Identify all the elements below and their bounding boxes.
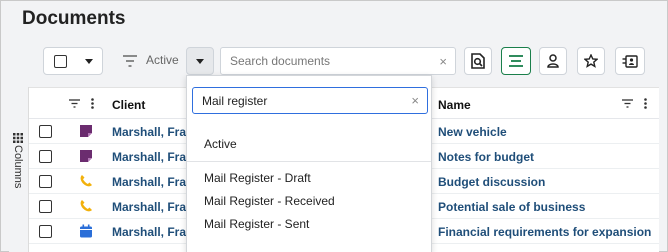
filter-dropdown-menu: Mail register × Active Mail Register - D… [186,75,432,252]
note-icon [80,125,92,137]
column-header-client[interactable]: Client [112,98,145,112]
client-link[interactable]: Marshall, Frank [112,125,187,139]
select-all-checkbox[interactable] [53,54,67,68]
contact-card-button[interactable] [615,47,645,75]
client-link[interactable]: Marshall, Frank [112,150,187,164]
chevron-down-icon[interactable] [84,58,93,64]
row-checkbox[interactable] [39,150,52,163]
row-checkbox[interactable] [39,200,52,213]
grid-icon [13,133,23,143]
columns-side-tab[interactable]: Columns [9,87,29,252]
list-icon [509,55,523,67]
filter-icon[interactable] [69,99,80,108]
dropdown-item-mail-register-received[interactable]: Mail Register - Received [204,194,335,208]
person-icon [547,54,559,68]
column-header-name[interactable]: Name [438,98,471,112]
chevron-down-icon [196,58,204,64]
clear-icon[interactable]: × [411,93,419,108]
select-all-split-button[interactable] [43,47,103,75]
dropdown-item-active[interactable]: Active [204,137,237,151]
page-title: Documents [22,8,126,29]
document-search-icon [471,53,485,69]
columns-tab-label: Columns [12,145,24,189]
filter-icon [123,55,137,67]
dropdown-search-value: Mail register [202,93,268,108]
more-options-icon[interactable] [644,98,647,109]
row-checkbox[interactable] [39,125,52,138]
search-placeholder: Search documents [230,54,331,68]
dropdown-item-mail-register-draft[interactable]: Mail Register - Draft [204,171,311,185]
list-view-button[interactable] [501,47,531,75]
row-checkbox[interactable] [39,175,52,188]
clear-icon[interactable]: × [439,54,447,69]
document-name-link[interactable]: Potential sale of business [438,200,585,214]
filter-icon[interactable] [622,99,633,108]
favorites-button[interactable] [577,47,605,75]
document-name-link[interactable]: Budget discussion [438,175,545,189]
document-name-link[interactable]: Financial requirements for expansion [438,225,651,239]
document-name-link[interactable]: Notes for budget [438,150,534,164]
star-icon [584,54,598,68]
dropdown-search-input[interactable]: Mail register × [192,87,428,114]
dropdown-divider [187,161,431,162]
phone-icon [80,200,92,212]
document-name-link[interactable]: New vehicle [438,125,507,139]
client-link[interactable]: Marshall, Frank [112,175,187,189]
client-button[interactable] [539,47,567,75]
calendar-icon [80,224,92,238]
filter-label: Active [146,53,179,67]
more-options-icon[interactable] [91,98,94,109]
client-link[interactable]: Marshall, Frank [112,200,187,214]
search-input[interactable]: Search documents × [220,47,456,75]
contact-card-icon [622,54,638,68]
note-icon [80,150,92,162]
client-link[interactable]: Marshall, Frank [112,225,187,239]
row-checkbox[interactable] [39,225,52,238]
document-preview-button[interactable] [464,47,492,75]
phone-icon [80,175,92,187]
dropdown-item-mail-register-sent[interactable]: Mail Register - Sent [204,217,309,231]
filter-dropdown-button[interactable] [186,47,214,75]
app-frame: Documents Active Search documents × Colu… [0,0,668,252]
